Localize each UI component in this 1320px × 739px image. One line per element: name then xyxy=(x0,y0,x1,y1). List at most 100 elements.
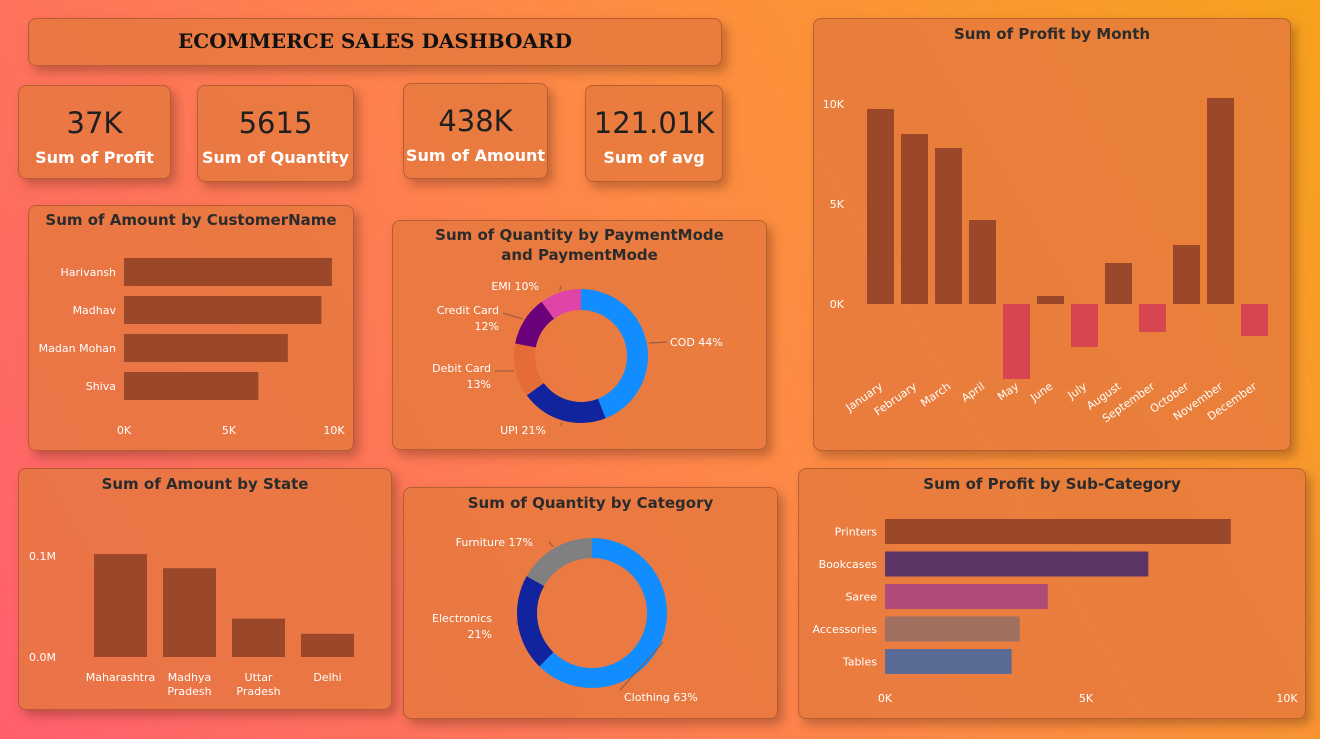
kpi-value: 438K xyxy=(438,104,513,138)
bar xyxy=(1003,304,1030,379)
slice-label: Electronics xyxy=(432,612,492,625)
slice-label: 13% xyxy=(467,378,491,391)
category-label: Madan Mohan xyxy=(39,342,116,355)
bar xyxy=(885,551,1149,577)
slice-label: 12% xyxy=(475,320,499,333)
bar xyxy=(867,109,894,304)
bar xyxy=(969,220,996,304)
slice-label: 21% xyxy=(468,628,492,641)
tick-label: 5K xyxy=(222,424,237,437)
category-label: Madhav xyxy=(73,304,117,317)
bar xyxy=(1071,304,1098,347)
bar xyxy=(885,649,1012,674)
bar xyxy=(1173,245,1200,304)
leader-line xyxy=(548,541,554,547)
state-amount-chart: 0.1M0.0MMaharashtra MadhyaPradeshUttarPra… xyxy=(29,550,354,698)
tick-label: 10K xyxy=(323,424,345,437)
dashboard-title: ECOMMERCE SALES DASHBOARD xyxy=(178,29,572,53)
bar xyxy=(124,296,322,324)
bar xyxy=(163,568,216,657)
customer-amount-chart: Harivansh Madhav Madan Mohan Shiva 0K 5K 10K xyxy=(39,258,345,437)
category-label: March xyxy=(918,380,953,410)
bar xyxy=(1241,304,1268,336)
kpi-card-avg[interactable]: 121.01K Sum of avg xyxy=(585,85,723,182)
category-quantity-donut: Clothing 63% Electronics 21% Furniture 17% xyxy=(432,536,698,704)
kpi-label: Sum of Profit xyxy=(35,148,154,167)
leader-line xyxy=(560,422,563,427)
bar xyxy=(885,584,1048,609)
kpi-value: 5615 xyxy=(238,106,313,140)
category-label: April xyxy=(959,380,987,405)
kpi-label: Sum of Amount xyxy=(405,146,546,165)
kpi-value: 121.01K xyxy=(593,106,715,140)
profit-month-chart: 10K5K0KJanuaryFebruary March April May June J… xyxy=(823,98,1268,425)
category-label: Maharashtra xyxy=(86,671,156,684)
bar xyxy=(1105,263,1132,304)
kpi-label: Sum of avg xyxy=(603,148,705,167)
tick-label: 0K xyxy=(117,424,132,437)
payment-mode-panel[interactable]: Sum of Quantity by PaymentMode and Payme… xyxy=(392,220,767,450)
payment-mode-donut: COD 44% UPI 21% Debit Card 13% Credit Card 12… xyxy=(432,280,723,437)
category-label: June xyxy=(1027,380,1055,405)
category-label: Pradesh xyxy=(236,685,280,698)
slice-label: COD 44% xyxy=(670,336,723,349)
leader-line xyxy=(648,341,668,344)
bar xyxy=(1037,296,1064,304)
donut-slice xyxy=(517,576,554,667)
kpi-label: Sum of Quantity xyxy=(201,148,350,167)
subcategory-profit-panel[interactable]: Sum of Profit by Sub-Category Printers Bo… xyxy=(798,468,1306,719)
slice-label: UPI 21% xyxy=(500,424,546,437)
kpi-card-quantity[interactable]: 5615 Sum of Quantity xyxy=(197,85,354,182)
customer-amount-panel[interactable]: Sum of Amount by CustomerName Harivansh M… xyxy=(28,205,354,451)
bar xyxy=(935,148,962,304)
bar xyxy=(885,616,1020,642)
bar xyxy=(94,554,147,657)
state-amount-panel[interactable]: Sum of Amount by State 0.1M 0.0M Maharasht… xyxy=(18,468,392,710)
kpi-card-profit[interactable]: 37K Sum of Profit xyxy=(18,85,171,179)
donut-slice xyxy=(581,289,648,419)
category-label: July xyxy=(1065,380,1090,403)
category-label: Harivansh xyxy=(60,266,116,279)
category-label: Delhi xyxy=(313,671,341,684)
category-label: Bookcases xyxy=(819,558,878,571)
tick-label: 5K xyxy=(830,198,845,211)
bar xyxy=(124,372,259,400)
leader-line xyxy=(502,312,523,320)
tick-label: 5K xyxy=(1079,692,1094,705)
tick-label: 0K xyxy=(830,298,845,311)
tick-label: 0.0M xyxy=(29,651,56,664)
tick-label: 0.1M xyxy=(29,550,56,563)
category-label: Shiva xyxy=(86,380,116,393)
category-label: Madhya xyxy=(168,671,211,684)
category-label: Printers xyxy=(835,526,878,539)
category-label: Saree xyxy=(845,591,877,604)
profit-month-panel[interactable]: Sum of Profit by Month 10K 5K 0K January Feb… xyxy=(813,18,1291,451)
category-label: Tables xyxy=(842,656,877,669)
tick-label: 10K xyxy=(823,98,845,111)
category-quantity-panel[interactable]: Sum of Quantity by Category Clothing 63%… xyxy=(403,487,778,719)
kpi-card-amount[interactable]: 438K Sum of Amount xyxy=(403,83,548,179)
category-label: Accessories xyxy=(813,623,878,636)
slice-label: EMI 10% xyxy=(491,280,539,293)
dashboard-title-panel: ECOMMERCE SALES DASHBOARD xyxy=(28,18,722,66)
slice-label: Credit Card xyxy=(437,304,499,317)
category-label: Pradesh xyxy=(167,685,211,698)
donut-slice xyxy=(526,383,606,423)
subcategory-profit-chart: Printers Bookcases Saree Accessories Tables 0… xyxy=(813,519,1298,705)
category-label: Uttar xyxy=(245,671,273,684)
bar xyxy=(124,258,332,286)
bar xyxy=(1207,98,1234,304)
bar xyxy=(885,519,1231,544)
tick-label: 10K xyxy=(1276,692,1298,705)
donut-slice xyxy=(526,538,592,586)
bar xyxy=(1139,304,1166,332)
slice-label: Debit Card xyxy=(432,362,491,375)
tick-label: 0K xyxy=(878,692,893,705)
kpi-value: 37K xyxy=(66,106,123,140)
leader-line xyxy=(559,285,562,291)
bar xyxy=(232,618,285,657)
slice-label: Clothing 63% xyxy=(624,691,698,704)
bar xyxy=(124,334,288,362)
bar xyxy=(901,134,928,304)
slice-label: Furniture 17% xyxy=(456,536,533,549)
